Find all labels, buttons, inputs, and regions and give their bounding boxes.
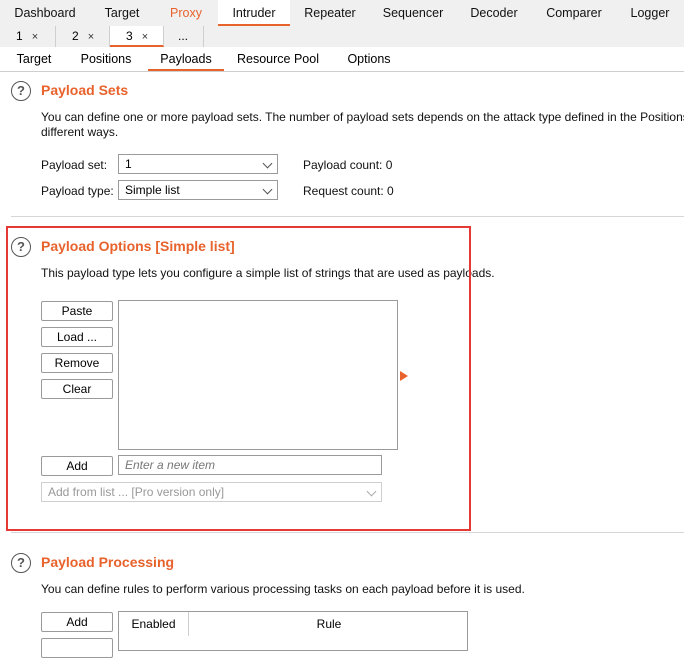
close-icon[interactable]: × bbox=[32, 31, 38, 43]
attack-tab-3[interactable]: 3 × bbox=[110, 26, 164, 47]
tab-sequencer[interactable]: Sequencer bbox=[370, 0, 456, 26]
payload-count: Payload count: 0 bbox=[303, 158, 393, 172]
payload-set-label: Payload set: bbox=[41, 158, 108, 172]
attack-tab-label: 2 bbox=[72, 29, 79, 43]
close-icon[interactable]: × bbox=[88, 31, 94, 43]
tab-intruder[interactable]: Intruder bbox=[218, 0, 290, 26]
subtab-positions[interactable]: Positions bbox=[70, 47, 142, 71]
subtab-target[interactable]: Target bbox=[6, 47, 62, 71]
highlight-box bbox=[6, 226, 471, 531]
payload-sets-description: You can define one or more payload sets.… bbox=[41, 110, 684, 124]
payload-type-value: Simple list bbox=[125, 183, 180, 197]
section-divider bbox=[11, 532, 684, 533]
intruder-sub-tab-bar: Target Positions Payloads Resource Pool … bbox=[0, 47, 684, 72]
subtab-payloads[interactable]: Payloads bbox=[148, 47, 224, 71]
payload-set-select[interactable]: 1 bbox=[118, 154, 278, 174]
new-tab-label: ... bbox=[178, 29, 189, 43]
tab-decoder[interactable]: Decoder bbox=[456, 0, 532, 26]
tab-comparer[interactable]: Comparer bbox=[532, 0, 616, 26]
tab-repeater[interactable]: Repeater bbox=[290, 0, 370, 26]
subtab-resource-pool[interactable]: Resource Pool bbox=[230, 47, 326, 71]
help-icon[interactable]: ? bbox=[11, 553, 31, 573]
payload-sets-description-cont: different ways. bbox=[41, 125, 119, 139]
close-icon[interactable]: × bbox=[142, 31, 148, 43]
column-rule[interactable]: Rule bbox=[189, 612, 469, 636]
new-attack-tab[interactable]: ... bbox=[164, 26, 204, 47]
help-icon[interactable]: ? bbox=[11, 81, 31, 101]
payload-type-label: Payload type: bbox=[41, 184, 114, 198]
processing-rules-table: Enabled Rule bbox=[118, 611, 468, 651]
tab-logger[interactable]: Logger bbox=[616, 0, 684, 26]
tool-tab-bar: Dashboard Target Proxy Intruder Repeater… bbox=[0, 0, 684, 27]
section-divider bbox=[11, 216, 684, 217]
edit-rule-button[interactable] bbox=[41, 638, 113, 658]
payload-processing-description: You can define rules to perform various … bbox=[41, 582, 525, 596]
attack-tab-label: 3 bbox=[126, 29, 133, 43]
tab-target[interactable]: Target bbox=[90, 0, 154, 26]
add-rule-button[interactable]: Add bbox=[41, 612, 113, 632]
payload-set-value: 1 bbox=[125, 157, 132, 171]
payload-type-select[interactable]: Simple list bbox=[118, 180, 278, 200]
attack-tab-2[interactable]: 2 × bbox=[56, 26, 110, 47]
tab-dashboard[interactable]: Dashboard bbox=[0, 0, 90, 26]
chevron-down-icon bbox=[262, 184, 273, 195]
payload-sets-title: Payload Sets bbox=[41, 82, 129, 98]
tab-proxy[interactable]: Proxy bbox=[154, 0, 218, 26]
column-enabled[interactable]: Enabled bbox=[119, 612, 189, 636]
attack-tab-bar: 1 × 2 × 3 × ... bbox=[0, 26, 684, 48]
payload-processing-title: Payload Processing bbox=[41, 554, 175, 570]
subtab-options[interactable]: Options bbox=[336, 47, 402, 71]
attack-tab-label: 1 bbox=[16, 29, 23, 43]
attack-tab-1[interactable]: 1 × bbox=[0, 26, 56, 47]
chevron-down-icon bbox=[262, 158, 273, 169]
request-count: Request count: 0 bbox=[303, 184, 394, 198]
